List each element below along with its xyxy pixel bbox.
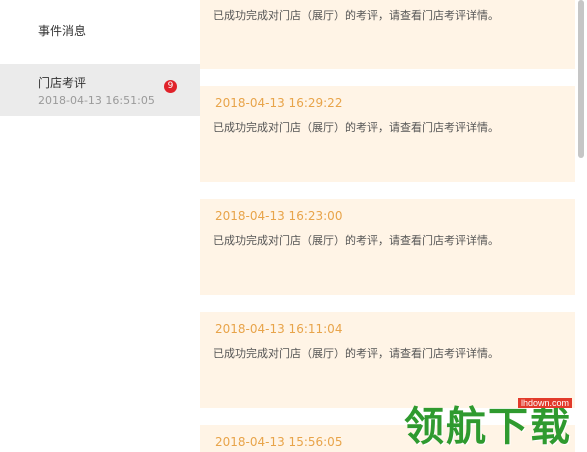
message-text: 已成功完成对门店（展厅）的考评，请查看门店考评详情。	[213, 9, 499, 22]
vertical-scrollbar[interactable]	[575, 0, 587, 452]
message-timestamp: 2018-04-13 15:56:05	[215, 435, 343, 449]
sidebar-item-timestamp: 2018-04-13 16:51:05	[38, 94, 155, 107]
sidebar-item-store-review[interactable]: 门店考评 2018-04-13 16:51:05 9	[0, 64, 200, 116]
message-timestamp: 2018-04-13 16:23:00	[215, 209, 343, 223]
scrollbar-thumb[interactable]	[578, 0, 584, 158]
message-card[interactable]: 2018-04-13 15:56:05	[200, 425, 575, 452]
sidebar-item-label: 事件消息	[38, 24, 87, 38]
message-list: 已成功完成对门店（展厅）的考评，请查看门店考评详情。 2018-04-13 16…	[200, 0, 575, 452]
message-text: 已成功完成对门店（展厅）的考评，请查看门店考评详情。	[213, 121, 499, 134]
sidebar-item-label: 门店考评	[38, 76, 87, 90]
message-card[interactable]: 2018-04-13 16:23:00 已成功完成对门店（展厅）的考评，请查看门…	[200, 199, 575, 295]
message-timestamp: 2018-04-13 16:29:22	[215, 96, 343, 110]
message-card[interactable]: 已成功完成对门店（展厅）的考评，请查看门店考评详情。	[200, 0, 575, 69]
message-timestamp: 2018-04-13 16:11:04	[215, 322, 343, 336]
app-window: 事件消息 门店考评 2018-04-13 16:51:05 9 已成功完成对门店…	[0, 0, 587, 452]
sidebar-item-events[interactable]: 事件消息	[0, 0, 200, 60]
message-text: 已成功完成对门店（展厅）的考评，请查看门店考评详情。	[213, 234, 499, 247]
message-text: 已成功完成对门店（展厅）的考评，请查看门店考评详情。	[213, 347, 499, 360]
message-card[interactable]: 2018-04-13 16:29:22 已成功完成对门店（展厅）的考评，请查看门…	[200, 86, 575, 182]
sidebar: 事件消息 门店考评 2018-04-13 16:51:05 9	[0, 0, 200, 452]
message-card[interactable]: 2018-04-13 16:11:04 已成功完成对门店（展厅）的考评，请查看门…	[200, 312, 575, 408]
unread-count-badge: 9	[164, 80, 177, 93]
